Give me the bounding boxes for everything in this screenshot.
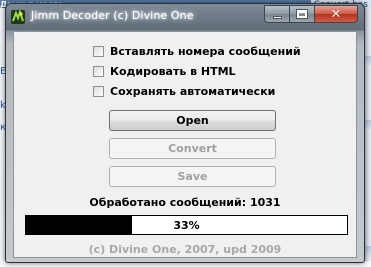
checkbox[interactable]: [93, 65, 104, 77]
close-icon: ✕: [330, 6, 342, 22]
caption-buttons: ✕: [264, 5, 358, 23]
checkbox[interactable]: [93, 85, 104, 97]
option-autosave[interactable]: Сохранять автоматически: [93, 83, 275, 99]
option-label: Кодировать в HTML: [110, 64, 236, 78]
checkbox[interactable]: [93, 45, 104, 57]
decoder-window: Jimm Decoder (c) Divine One ✕ Вставлять …: [5, 3, 365, 263]
option-insert-numbers[interactable]: Вставлять номера сообщений: [93, 43, 301, 59]
minimize-icon: [272, 16, 282, 19]
open-button[interactable]: Open: [109, 110, 276, 131]
maximize-button[interactable]: [290, 5, 315, 23]
option-encode-html[interactable]: Кодировать в HTML: [93, 63, 236, 79]
title-bar[interactable]: Jimm Decoder (c) Divine One ✕: [6, 4, 364, 28]
option-label: Сохранять автоматически: [110, 84, 276, 98]
save-button[interactable]: Save: [109, 166, 276, 187]
progress-bar: 33%: [25, 215, 348, 235]
app-icon: [11, 8, 25, 24]
minimize-button[interactable]: [264, 5, 290, 23]
window-title: Jimm Decoder (c) Divine One: [31, 9, 194, 22]
window-client-area: Вставлять номера сообщений Кодировать в …: [13, 31, 357, 258]
processed-count-label: Обработано сообщений: 1031: [89, 196, 281, 209]
close-button[interactable]: ✕: [315, 5, 358, 23]
convert-button[interactable]: Convert: [109, 138, 276, 159]
progress-percent-label: 33%: [173, 218, 200, 232]
copyright-label: (c) Divine One, 2007, upd 2009: [88, 243, 282, 256]
option-label: Вставлять номера сообщений: [110, 44, 301, 58]
maximize-icon: [297, 10, 307, 18]
